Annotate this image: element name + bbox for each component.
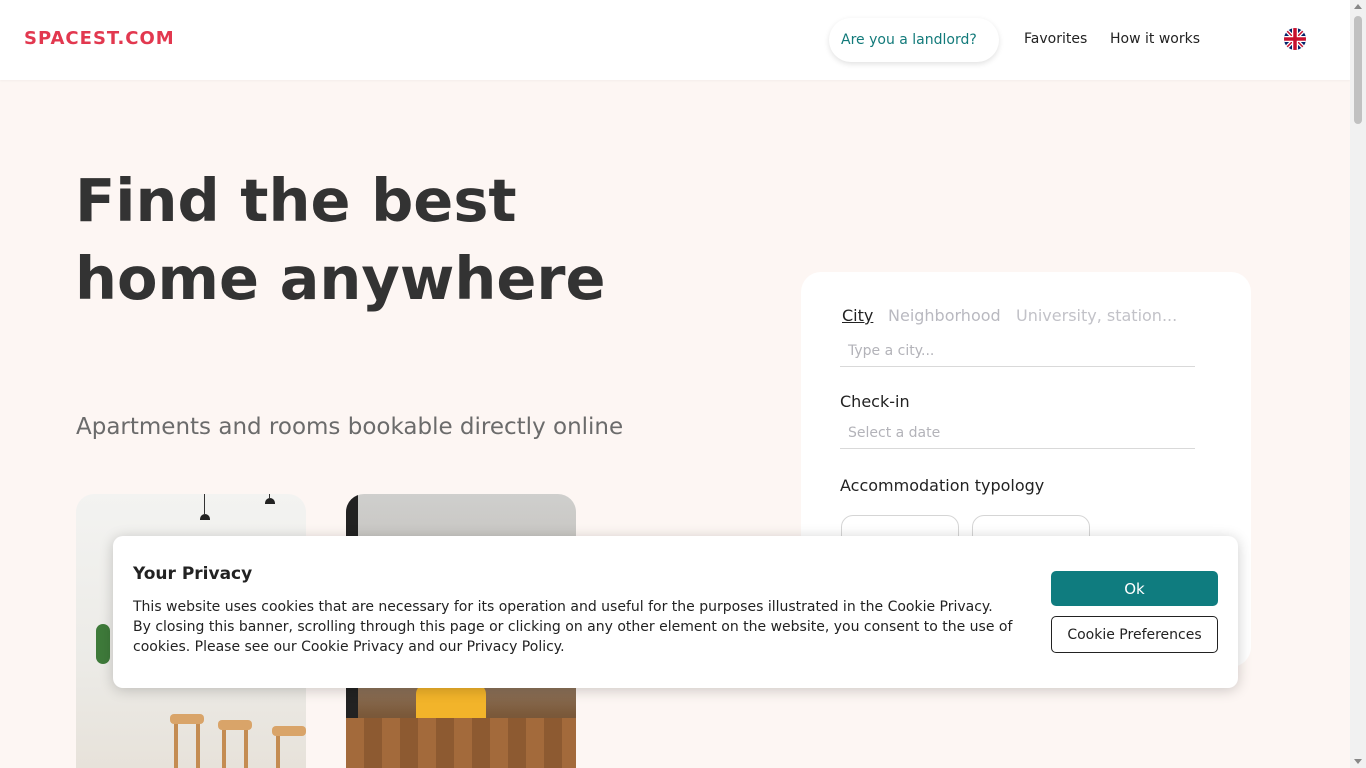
uk-flag-icon[interactable]: [1284, 28, 1306, 50]
cookie-ok-button[interactable]: Ok: [1051, 571, 1218, 606]
cookie-banner: Your Privacy This website uses cookies t…: [113, 536, 1238, 688]
scroll-down-arrow-icon[interactable]: [1354, 759, 1362, 764]
nav-favorites[interactable]: Favorites: [1024, 31, 1087, 47]
checkin-date-input[interactable]: Select a date: [840, 417, 1195, 449]
site-header: SPACEST.COM Are you a landlord? Favorite…: [0, 0, 1350, 80]
cookie-text: This website uses cookies that are neces…: [133, 599, 1013, 655]
tab-neighborhood[interactable]: Neighborhood: [888, 306, 1001, 325]
cookie-title: Your Privacy: [133, 564, 253, 584]
tab-city[interactable]: City: [842, 306, 873, 325]
scroll-thumb[interactable]: [1354, 16, 1362, 124]
city-input[interactable]: Type a city...: [840, 335, 1195, 367]
tab-university-station[interactable]: University, station...: [1016, 306, 1177, 325]
landlord-link[interactable]: Are you a landlord?: [829, 18, 999, 62]
hero-subtitle: Apartments and rooms bookable directly o…: [76, 414, 624, 440]
checkin-label: Check-in: [840, 392, 910, 411]
page-scrollbar[interactable]: [1350, 0, 1366, 768]
spacest-logo[interactable]: SPACEST.COM: [24, 28, 175, 49]
accommodation-typology-label: Accommodation typology: [840, 476, 1045, 495]
hero-title: Find the best home anywhere: [75, 166, 606, 313]
cookie-preferences-button[interactable]: Cookie Preferences: [1051, 616, 1218, 653]
nav-how-it-works[interactable]: How it works: [1110, 31, 1200, 47]
scroll-up-arrow-icon[interactable]: [1354, 4, 1362, 9]
